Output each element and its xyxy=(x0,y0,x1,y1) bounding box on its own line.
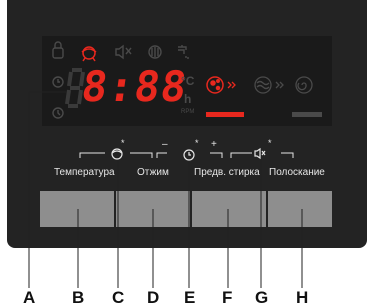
chevron-right-icon xyxy=(275,81,284,89)
faucet-icon xyxy=(178,45,189,59)
drum-icon xyxy=(148,45,162,59)
bracket-spin xyxy=(156,152,167,158)
delay-icon xyxy=(52,107,64,119)
callout-b: B xyxy=(72,288,85,307)
mute-icon xyxy=(115,44,132,60)
callout-e: E xyxy=(184,288,196,307)
clock-icon xyxy=(52,76,64,88)
mute-icon xyxy=(254,147,266,160)
spin-spiral-icon xyxy=(295,76,313,94)
panel-graphics xyxy=(28,41,322,288)
stain-icon xyxy=(206,76,224,94)
progress-bar-spin xyxy=(292,112,322,117)
callout-h: H xyxy=(296,288,309,307)
bracket-temperature xyxy=(79,152,153,158)
callout-leaders xyxy=(28,91,303,288)
chevron-right-icon xyxy=(227,81,236,89)
callout-c: C xyxy=(112,288,125,307)
temperature-icon xyxy=(111,148,123,160)
wash-active-icon xyxy=(81,46,97,62)
progress-bar-wash xyxy=(206,112,244,117)
callout-f: F xyxy=(222,288,233,307)
dim-digit xyxy=(65,68,85,108)
bracket-prewash xyxy=(210,152,223,158)
lock-icon xyxy=(52,41,64,59)
leader-a xyxy=(28,91,66,288)
rinse-wave-icon xyxy=(254,76,272,94)
callout-d: D xyxy=(147,288,160,307)
callout-g: G xyxy=(255,288,269,307)
timer-icon xyxy=(183,149,195,161)
bracket-rinse xyxy=(230,152,294,158)
callout-a: A xyxy=(23,288,36,307)
